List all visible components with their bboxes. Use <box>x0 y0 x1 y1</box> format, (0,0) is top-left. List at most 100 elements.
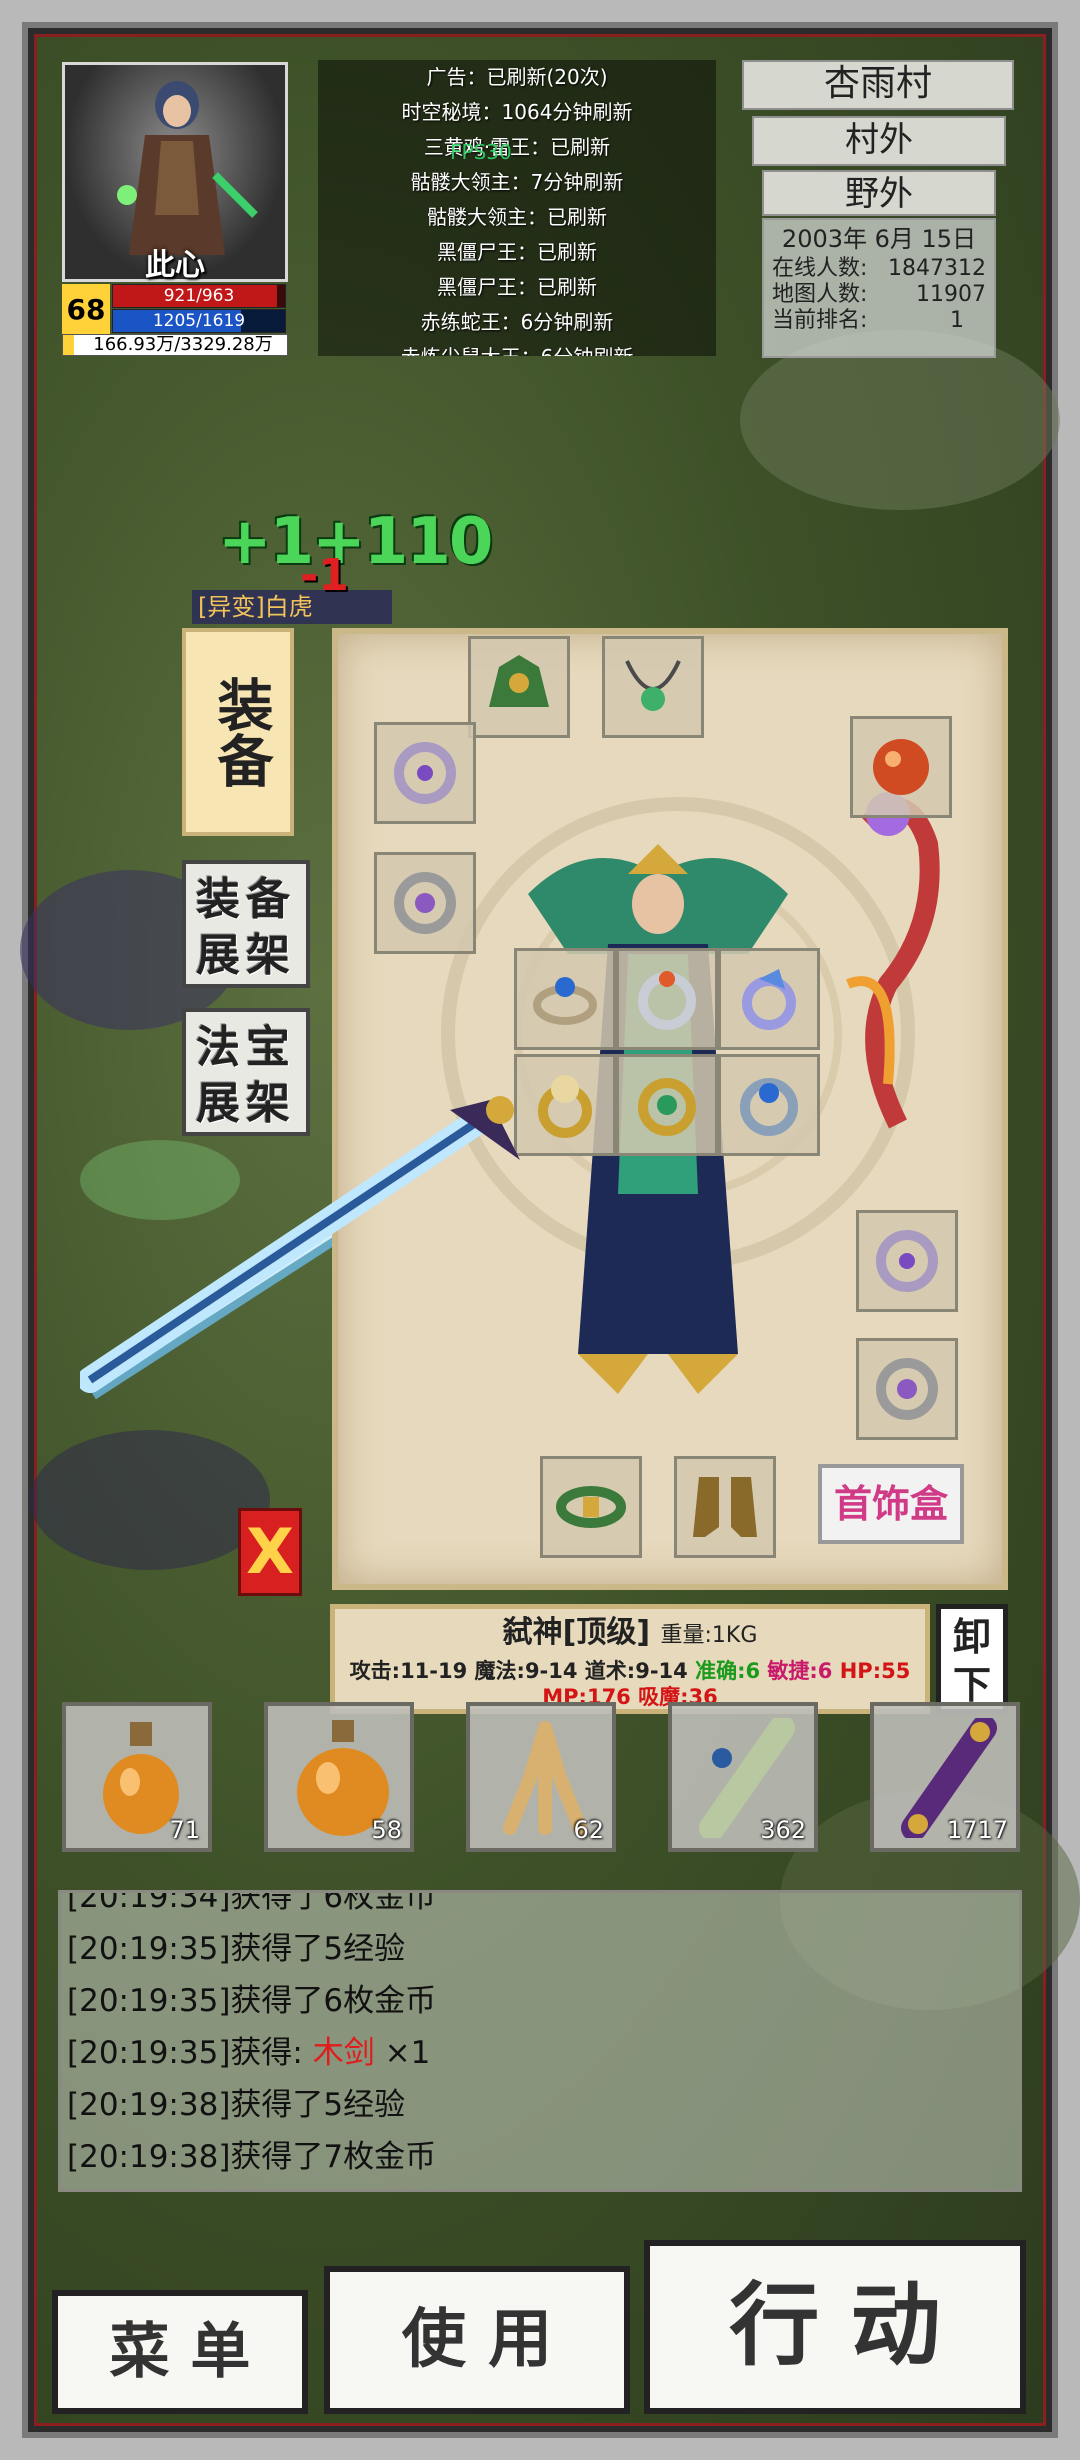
log-line: [20:19:38]获得了5经验 <box>67 2079 1019 2131</box>
slot-helmet[interactable] <box>468 636 570 738</box>
bag-count: 62 <box>573 1816 604 1844</box>
hp-text: 921/963 <box>163 286 235 306</box>
map-stats-panel: 2003年 6月 15日 在线人数: 1847312 地图人数: 11907 当… <box>762 218 996 358</box>
bag-slot-4[interactable]: 362 <box>668 1702 818 1852</box>
item-stats-row-2: MP:176 吸魔:36 <box>335 1684 925 1710</box>
system-message-log[interactable]: [20:19:34]获得了6枚金币 [20:19:35]获得了5经验 [20:1… <box>58 1890 1022 2192</box>
item-info-panel: 弑神[顶级] 重量:1KG 攻击:11-19 魔法:9-14 道术:9-14 准… <box>330 1604 930 1714</box>
belt-icon <box>556 1486 626 1528</box>
online-count-label: 在线人数: <box>772 256 868 281</box>
floating-damage-text: -1 <box>300 550 349 601</box>
map-players-label: 地图人数: <box>772 282 868 307</box>
tab-equipment[interactable]: 装备 <box>182 628 294 836</box>
sapphire-ring-icon <box>740 1078 798 1136</box>
slot-bracelet-left-top[interactable] <box>374 722 476 824</box>
loot-item-link[interactable]: 木剑 <box>313 2035 375 2071</box>
dragon-bracelet-icon <box>394 742 456 804</box>
rank-label: 当前排名: <box>772 308 868 333</box>
map-village-label: 杏雨村 <box>742 60 1014 110</box>
action-button[interactable]: 行 动 <box>644 2240 1026 2414</box>
floating-heal-text: +1+110 <box>218 505 493 579</box>
log-line: [20:19:34]获得了6枚金币 <box>67 1890 1019 1923</box>
bag-count: 58 <box>371 1816 402 1844</box>
slot-bracelet-right-top[interactable] <box>856 1210 958 1312</box>
item-hp: HP:55 <box>839 1659 911 1683</box>
log-time: [20:19:35] <box>67 1931 231 1967</box>
item-base-stats: 攻击:11-19 魔法:9-14 道术:9-14 <box>349 1659 688 1683</box>
log-text: 获得了6枚金币 <box>230 1983 437 2019</box>
use-button[interactable]: 使 用 <box>324 2266 630 2414</box>
slot-belt[interactable] <box>540 1456 642 1558</box>
hp-bar: 921/963 <box>112 284 286 308</box>
bag-slot-2[interactable]: 58 <box>264 1702 414 1852</box>
map-players-row: 地图人数: 11907 <box>772 282 986 308</box>
boss-timer-line: 骷髅大领主：已刷新 <box>427 205 607 229</box>
item-agility: 敏捷:6 <box>767 1659 833 1683</box>
item-accuracy: 准确:6 <box>695 1659 761 1683</box>
boss-timer-line: 黑僵尸王：已刷新 <box>437 275 597 299</box>
log-time: [20:19:35] <box>67 1983 231 2019</box>
slot-necklace[interactable] <box>602 636 704 738</box>
bag-slot-1[interactable]: 71 <box>62 1702 212 1852</box>
level-badge: 68 <box>62 284 110 336</box>
bag-count: 71 <box>169 1816 200 1844</box>
boss-timer-line: 赤练蛇王：6分钟刷新 <box>420 310 614 334</box>
rank-row: 当前排名: 1 <box>772 308 986 334</box>
equipment-rack-label-line2: 展架 <box>196 930 296 981</box>
necklace-icon <box>625 660 681 711</box>
boss-timer-line: 时空秘境：1064分钟刷新 <box>401 100 633 124</box>
blue-gem-ring-icon <box>533 977 597 1025</box>
map-zone-label: 野外 <box>762 170 996 216</box>
game-screen: { "player": { "name": "此心", "level": "68… <box>0 0 1080 2460</box>
boss-timer-panel[interactable]: 广告：已刷新(20次) 时空秘境：1064分钟刷新 三黄鸡·雷王：已刷新 骷髅大… <box>318 60 716 356</box>
slot-orb[interactable] <box>850 716 952 818</box>
slot-ring-1[interactable] <box>514 948 616 1050</box>
slot-ring-5[interactable] <box>616 1054 718 1156</box>
staff-weapon-icon <box>846 792 940 1129</box>
log-time: [20:19:38] <box>67 2087 231 2123</box>
log-text: 获得了5经验 <box>230 2087 406 2123</box>
monster-name-tag: [异变]白虎 <box>192 590 392 624</box>
log-line: [20:19:38]获得了7枚金币 <box>67 2131 1019 2183</box>
equipment-rack-button[interactable]: 装备 展架 <box>182 860 310 988</box>
item-name-row: 弑神[顶级] 重量:1KG <box>335 1611 925 1658</box>
online-count-row: 在线人数: 1847312 <box>772 256 986 282</box>
log-line: [20:19:35]获得: 木剑 ×1 <box>67 2027 1019 2079</box>
unequip-label-line1: 卸 <box>952 1615 991 1659</box>
fps-counter: FPS30 <box>450 140 512 164</box>
boss-timer-line: 广告：已刷新(20次) <box>426 65 608 89</box>
slot-bracelet-right-bottom[interactable] <box>856 1338 958 1440</box>
character-name: 此心 <box>145 248 205 283</box>
jewelry-box-button[interactable]: 首饰盒 <box>818 1464 964 1544</box>
sword-weapon-icon <box>80 1096 520 1393</box>
map-players-value: 11907 <box>916 282 986 307</box>
slot-ring-3[interactable] <box>718 948 820 1050</box>
slot-boots[interactable] <box>674 1456 776 1558</box>
slot-ring-6[interactable] <box>718 1054 820 1156</box>
bag-count: 362 <box>760 1816 806 1844</box>
slot-ring-2[interactable] <box>616 948 718 1050</box>
bag-count: 1717 <box>946 1816 1008 1844</box>
boss-timer-line: 黑僵尸王：已刷新 <box>437 240 597 264</box>
unequip-button[interactable]: 卸 下 <box>936 1604 1008 1714</box>
map-area-label: 村外 <box>752 116 1006 166</box>
skull-ring-icon <box>394 872 456 934</box>
equipment-rack-label-line1: 装备 <box>196 874 296 925</box>
log-text: 获得了5经验 <box>230 1931 406 1967</box>
bag-slot-5[interactable]: 1717 <box>870 1702 1020 1852</box>
menu-button[interactable]: 菜 单 <box>52 2290 308 2414</box>
silver-ring-icon <box>638 971 696 1030</box>
item-stats-row: 攻击:11-19 魔法:9-14 道术:9-14 准确:6 敏捷:6 HP:55 <box>335 1658 925 1684</box>
item-weight: 重量:1KG <box>660 1623 758 1648</box>
helmet-icon <box>489 655 549 707</box>
mp-bar: 1205/1619 <box>112 309 286 333</box>
bag-slot-3[interactable]: 62 <box>466 1702 616 1852</box>
log-time: [20:19:34] <box>67 1890 231 1915</box>
orb-icon <box>873 739 929 795</box>
close-button[interactable]: X <box>238 1508 302 1596</box>
slot-bracelet-left-bottom[interactable] <box>374 852 476 954</box>
boss-timer-line: 三黄鸡·雷王：已刷新 <box>423 135 611 159</box>
log-text: 获得: <box>230 2035 313 2071</box>
skull-ring-icon <box>876 1358 938 1420</box>
game-date: 2003年 6月 15日 <box>781 225 977 253</box>
